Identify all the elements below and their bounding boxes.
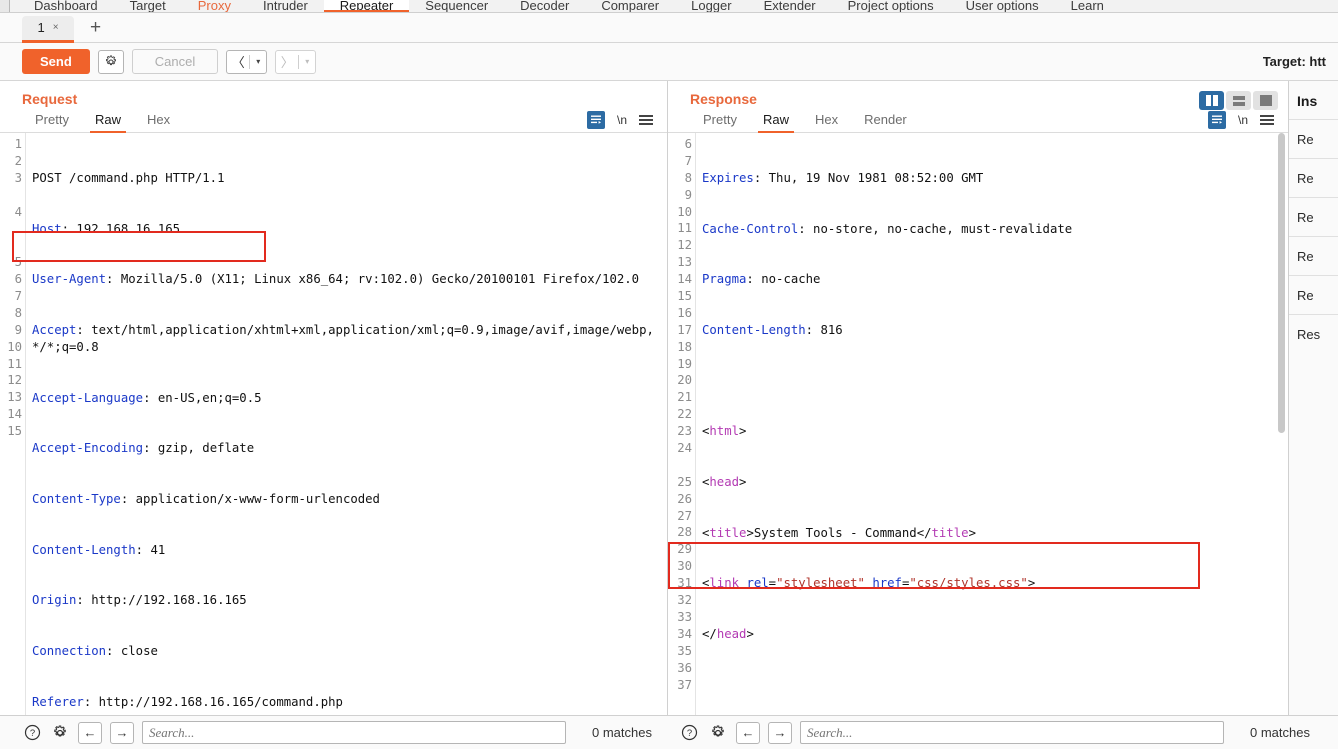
newline-toggle-icon[interactable]: \n: [617, 113, 627, 127]
inspector-row-1[interactable]: Re: [1289, 119, 1338, 158]
gear-icon[interactable]: [97, 49, 124, 74]
request-code[interactable]: POST /command.php HTTP/1.1 Host: 192.168…: [26, 133, 667, 715]
request-tools: \n: [586, 110, 657, 129]
suite-tab-sequencer[interactable]: Sequencer: [409, 0, 504, 12]
search-prev-button[interactable]: ←: [735, 721, 760, 744]
request-tab-raw[interactable]: Raw: [82, 107, 134, 133]
response-header: Response: [668, 81, 1288, 107]
suite-tab-user-options[interactable]: User options: [950, 0, 1055, 12]
response-tools: \n: [1207, 110, 1278, 129]
svg-text:?: ?: [29, 728, 34, 739]
question-glyph: ?: [24, 724, 40, 741]
request-title: Request: [22, 91, 78, 107]
response-code[interactable]: Expires: Thu, 19 Nov 1981 08:52:00 GMT C…: [696, 133, 1288, 715]
repeater-action-bar: Send Cancel 〈 ▾ 〉 ▾ Target: htt: [0, 43, 1338, 81]
match-count-right: 0 matches: [1249, 725, 1310, 740]
gear-glyph: [54, 724, 66, 737]
hamburger-icon[interactable]: [1260, 114, 1274, 125]
scrollbar-thumb[interactable]: [1278, 133, 1285, 433]
request-pane: Request Pretty Raw Hex \n 1 2 3 4 5 6 7 …: [0, 81, 668, 715]
search-prev-button[interactable]: ←: [78, 721, 102, 744]
request-header: Request: [0, 81, 667, 107]
inspector-row-2[interactable]: Re: [1289, 158, 1338, 197]
hamburger-icon[interactable]: [639, 114, 653, 125]
suite-tab-learn[interactable]: Learn: [1055, 0, 1120, 12]
wrap-glyph: [1211, 115, 1222, 124]
left-rail: [0, 0, 10, 12]
request-line-numbers: 123 4 567 8 9 10 11 12 13 14 15: [0, 133, 26, 715]
suite-tab-comparer[interactable]: Comparer: [585, 0, 675, 12]
request-tab-bar: Pretty Raw Hex \n: [0, 107, 667, 133]
request-tab-hex[interactable]: Hex: [134, 107, 183, 133]
chevron-down-icon[interactable]: ▾: [299, 51, 315, 73]
cancel-button[interactable]: Cancel: [131, 49, 219, 74]
suite-tab-logger[interactable]: Logger: [675, 0, 747, 12]
inspector-row-4[interactable]: Re: [1289, 236, 1338, 275]
add-tab-button[interactable]: +: [90, 18, 101, 37]
gear-icon[interactable]: [708, 723, 728, 743]
response-tab-render[interactable]: Render: [851, 107, 920, 133]
main-body: Request Pretty Raw Hex \n 1 2 3 4 5 6 7 …: [0, 81, 1338, 715]
inspector-sidebar: Ins Re Re Re Re Re Res: [1288, 81, 1338, 715]
gear-icon[interactable]: [50, 723, 70, 743]
inspector-row-3[interactable]: Re: [1289, 197, 1338, 236]
response-editor[interactable]: 6789 10 11 12 13 14 15 16 17 18 19 20 21 22 23 24 2…: [668, 133, 1288, 715]
search-next-button[interactable]: →: [110, 721, 134, 744]
response-line-numbers: 6789 10 11 12 13 14 15 16 17 18 19 20 21 22 23 24 2…: [668, 133, 696, 715]
newline-toggle-icon[interactable]: \n: [1238, 113, 1248, 127]
send-button[interactable]: Send: [22, 49, 90, 74]
target-label: Target: htt: [1262, 54, 1326, 69]
suite-tab-extender[interactable]: Extender: [748, 0, 832, 12]
request-tab-pretty[interactable]: Pretty: [22, 107, 82, 133]
forward-arrow-icon[interactable]: 〉: [276, 51, 298, 73]
question-glyph: ?: [682, 724, 698, 741]
suite-tab-proxy[interactable]: Proxy: [182, 0, 247, 12]
inspector-row-6[interactable]: Res: [1289, 314, 1338, 353]
layout-toggle-group: [1199, 91, 1278, 110]
chevron-down-icon[interactable]: ▾: [250, 51, 266, 73]
question-icon[interactable]: ?: [22, 723, 42, 743]
suite-tab-decoder[interactable]: Decoder: [504, 0, 585, 12]
svg-text:?: ?: [687, 728, 692, 739]
word-wrap-icon[interactable]: [1207, 110, 1226, 129]
split-vertical-icon[interactable]: [1199, 91, 1224, 110]
repeater-tab-label: 1: [37, 20, 45, 35]
response-title: Response: [690, 91, 757, 107]
request-editor[interactable]: 123 4 567 8 9 10 11 12 13 14 15 POST /command…: [0, 133, 667, 715]
back-button-group[interactable]: 〈 ▾: [226, 49, 268, 74]
gear-glyph: [712, 724, 724, 737]
repeater-tab-bar: 1 × +: [0, 13, 1338, 43]
inspector-title: Ins: [1297, 93, 1318, 109]
suite-tab-strip: Dashboard Target Proxy Intruder Repeater…: [0, 0, 1338, 13]
gear-glyph: [105, 54, 116, 65]
response-tab-bar: Pretty Raw Hex Render \n: [668, 107, 1288, 133]
response-tab-hex[interactable]: Hex: [802, 107, 851, 133]
word-wrap-icon[interactable]: [586, 110, 605, 129]
suite-tab-dashboard[interactable]: Dashboard: [18, 0, 114, 12]
response-tab-raw[interactable]: Raw: [750, 107, 802, 133]
suite-tab-repeater[interactable]: Repeater: [323, 0, 410, 12]
wrap-glyph: [590, 115, 601, 124]
split-horizontal-icon[interactable]: [1226, 91, 1251, 110]
burp-repeater-window: Dashboard Target Proxy Intruder Repeater…: [0, 0, 1338, 749]
match-count-left: 0 matches: [592, 725, 652, 740]
suite-tab-project-options[interactable]: Project options: [832, 0, 950, 12]
suite-tab-intruder[interactable]: Intruder: [247, 0, 324, 12]
suite-tab-target[interactable]: Target: [114, 0, 182, 12]
status-bar: ? ← → 0 matches ? ← → 0 matc: [0, 715, 1338, 749]
question-icon[interactable]: ?: [680, 723, 700, 743]
forward-button-group[interactable]: 〉 ▾: [275, 49, 317, 74]
search-next-button[interactable]: →: [767, 721, 792, 744]
search-input[interactable]: [142, 721, 566, 744]
back-arrow-icon[interactable]: 〈: [227, 51, 249, 73]
response-tab-pretty[interactable]: Pretty: [690, 107, 750, 133]
search-input[interactable]: [799, 721, 1224, 744]
repeater-tab-1[interactable]: 1 ×: [22, 15, 74, 43]
single-pane-icon[interactable]: [1253, 91, 1278, 110]
response-pane: Response Pretty Raw Hex Render \n 6 7 8 …: [668, 81, 1288, 715]
inspector-row-5[interactable]: Re: [1289, 275, 1338, 314]
close-icon[interactable]: ×: [53, 22, 59, 33]
response-scrollbar[interactable]: [1277, 133, 1286, 715]
